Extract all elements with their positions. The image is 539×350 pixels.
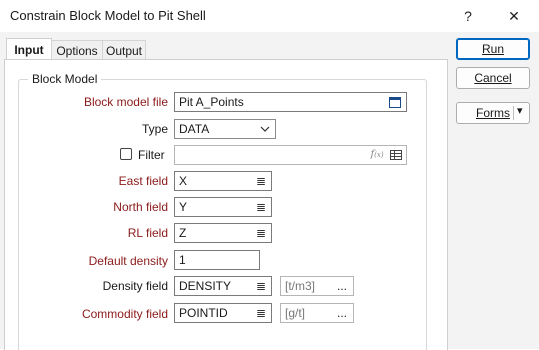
- commodity-field-label: Commodity field: [81, 307, 168, 321]
- table-icon[interactable]: [389, 146, 403, 164]
- cancel-button[interactable]: Cancel: [456, 67, 530, 89]
- north-field-input[interactable]: Y ≣: [174, 197, 272, 217]
- default-density-input[interactable]: 1: [174, 250, 260, 270]
- density-field-value: DENSITY: [179, 279, 232, 293]
- block-model-file-value: Pit A_Points: [179, 95, 244, 109]
- rl-field-input[interactable]: Z ≣: [174, 223, 272, 243]
- ellipsis-icon[interactable]: ...: [336, 277, 348, 295]
- north-field-value: Y: [179, 200, 188, 214]
- commodity-field-input[interactable]: POINTID ≣: [174, 303, 272, 323]
- group-title: Block Model: [28, 72, 102, 86]
- block-model-file-label: Block model file: [83, 95, 168, 109]
- close-button[interactable]: ✕: [492, 0, 536, 32]
- density-unit-input[interactable]: [t/m3] ...: [280, 276, 354, 296]
- list-icon[interactable]: ≣: [255, 172, 267, 190]
- help-button[interactable]: ?: [446, 0, 490, 32]
- type-value: DATA: [179, 122, 210, 136]
- commodity-field-value: POINTID: [179, 306, 228, 320]
- dropdown-arrow-icon[interactable]: ▾: [517, 104, 523, 117]
- list-icon[interactable]: ≣: [255, 304, 267, 322]
- list-icon[interactable]: ≣: [255, 224, 267, 242]
- type-select[interactable]: DATA: [174, 119, 276, 139]
- filter-input[interactable]: f (x): [174, 145, 407, 165]
- filter-checkbox[interactable]: [120, 148, 132, 160]
- function-icon[interactable]: f (x): [370, 146, 384, 164]
- east-field-label: East field: [118, 174, 168, 188]
- filter-label: Filter: [138, 148, 165, 162]
- forms-button[interactable]: Forms ▾: [456, 102, 530, 124]
- list-icon[interactable]: ≣: [255, 277, 267, 295]
- commodity-unit-value: [g/t]: [285, 306, 306, 320]
- tab-options[interactable]: Options: [51, 40, 103, 60]
- list-icon[interactable]: ≣: [255, 198, 267, 216]
- east-field-value: X: [179, 174, 188, 188]
- window-title: Constrain Block Model to Pit Shell: [10, 8, 206, 23]
- type-label: Type: [141, 122, 168, 136]
- tab-output[interactable]: Output: [102, 40, 146, 60]
- tab-input[interactable]: Input: [6, 38, 52, 61]
- cancel-button-label: Cancel: [474, 71, 512, 85]
- density-field-input[interactable]: DENSITY ≣: [174, 276, 272, 296]
- forms-button-label: Forms: [476, 106, 510, 120]
- run-button[interactable]: Run: [456, 38, 530, 60]
- run-button-label: Run: [481, 42, 504, 56]
- default-density-label: Default density: [88, 254, 168, 268]
- density-unit-value: [t/m3]: [285, 279, 316, 293]
- chevron-down-icon: [259, 120, 271, 138]
- ellipsis-icon[interactable]: ...: [336, 304, 348, 322]
- rl-field-label: RL field: [127, 226, 168, 240]
- forms-button-divider: [513, 106, 514, 120]
- file-browse-icon[interactable]: [388, 93, 402, 111]
- block-model-file-input[interactable]: Pit A_Points: [174, 92, 407, 112]
- rl-field-value: Z: [179, 226, 187, 240]
- default-density-value: 1: [179, 253, 186, 267]
- commodity-unit-input[interactable]: [g/t] ...: [280, 303, 354, 323]
- east-field-input[interactable]: X ≣: [174, 171, 272, 191]
- north-field-label: North field: [113, 200, 168, 214]
- density-field-label: Density field: [102, 279, 168, 293]
